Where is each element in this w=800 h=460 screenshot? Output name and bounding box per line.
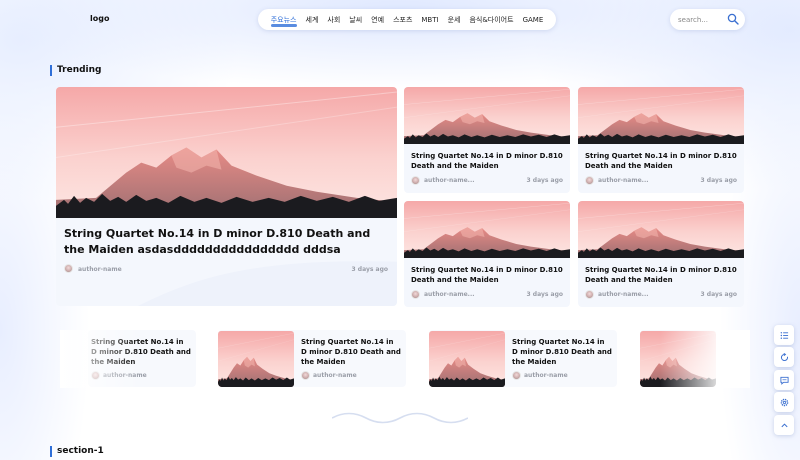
avatar <box>301 371 310 380</box>
card-title[interactable]: String Quartet No.14 in D minor D.810 De… <box>585 151 740 171</box>
card-author[interactable]: author-name... <box>598 177 649 184</box>
carousel-image[interactable] <box>429 331 505 387</box>
card-date: 3 days ago <box>526 291 563 298</box>
trending-card[interactable]: String Quartet No.14 in D minor D.810 De… <box>404 87 570 193</box>
card-title[interactable]: String Quartet No.14 in D minor D.810 De… <box>585 265 740 285</box>
avatar <box>585 176 594 185</box>
card-image[interactable] <box>404 87 570 144</box>
card-image[interactable] <box>404 201 570 258</box>
featured-image[interactable] <box>56 87 397 218</box>
refresh-icon <box>780 352 788 361</box>
section-1-heading: section-1 <box>50 446 104 457</box>
card-title[interactable]: String Quartet No.14 in D minor D.810 De… <box>411 265 566 285</box>
trending-card[interactable]: String Quartet No.14 in D minor D.810 De… <box>578 201 744 307</box>
nav-item-food-diet[interactable]: 음식&다이어트 <box>469 15 513 25</box>
chat-button[interactable] <box>774 370 794 390</box>
avatar <box>91 371 100 380</box>
featured-author[interactable]: author-name <box>78 266 122 273</box>
nav-item-weather[interactable]: 날씨 <box>349 15 362 25</box>
card-title[interactable]: String Quartet No.14 in D minor D.810 De… <box>411 151 566 171</box>
avatar <box>512 371 521 380</box>
featured-title[interactable]: String Quartet No.14 in D minor D.810 De… <box>64 226 384 260</box>
nav-item-world[interactable]: 세계 <box>306 15 319 25</box>
list-button[interactable] <box>774 325 794 345</box>
logo[interactable]: logo <box>90 14 109 23</box>
nav-item-main-news[interactable]: 주요뉴스 <box>270 15 297 27</box>
carousel-card-partial[interactable] <box>640 330 716 387</box>
search-input[interactable] <box>678 13 728 26</box>
settings-icon <box>780 398 788 406</box>
nav-item-game[interactable]: GAME <box>523 16 544 24</box>
carousel-author[interactable]: author-name <box>313 372 357 379</box>
carousel-author[interactable]: author-name <box>524 372 568 379</box>
chat-icon <box>779 376 789 385</box>
nav-item-mbti[interactable]: MBTI <box>421 16 438 24</box>
nav-item-sports[interactable]: 스포츠 <box>393 15 412 25</box>
card-date: 3 days ago <box>700 291 737 298</box>
avatar <box>585 290 594 299</box>
chevron-up-icon <box>780 422 788 427</box>
avatar <box>411 176 420 185</box>
settings-button[interactable] <box>774 392 794 412</box>
carousel-title[interactable]: String Quartet No.14 in D minor D.810 De… <box>91 337 191 367</box>
nav-item-fortune[interactable]: 운세 <box>448 15 461 25</box>
carousel-card[interactable]: String Quartet No.14 in D minor D.810 De… <box>218 330 406 387</box>
carousel-image[interactable] <box>640 331 716 387</box>
trending-card[interactable]: String Quartet No.14 in D minor D.810 De… <box>578 87 744 193</box>
carousel-card[interactable]: String Quartet No.14 in D minor D.810 De… <box>429 330 617 387</box>
card-author[interactable]: author-name... <box>424 177 475 184</box>
trending-card[interactable]: String Quartet No.14 in D minor D.810 De… <box>404 201 570 307</box>
card-image[interactable] <box>578 87 744 144</box>
nav-item-entertainment[interactable]: 연예 <box>371 15 384 25</box>
top-nav: 주요뉴스 세계 사회 날씨 연예 스포츠 MBTI 운세 음식&다이어트 GAM… <box>258 9 556 30</box>
avatar <box>411 290 420 299</box>
scroll-top-button[interactable] <box>774 415 794 435</box>
search-box <box>670 9 745 30</box>
card-date: 3 days ago <box>700 177 737 184</box>
carousel-title[interactable]: String Quartet No.14 in D minor D.810 De… <box>512 337 612 367</box>
search-icon[interactable] <box>727 13 739 25</box>
nav-item-society[interactable]: 사회 <box>327 15 340 25</box>
carousel-title[interactable]: String Quartet No.14 in D minor D.810 De… <box>301 337 401 367</box>
card-author[interactable]: author-name... <box>598 291 649 298</box>
refresh-button[interactable] <box>774 347 794 367</box>
list-icon <box>780 331 788 339</box>
wave-divider <box>332 412 468 424</box>
trending-heading: Trending <box>50 65 101 76</box>
carousel-author[interactable]: author-name <box>103 372 147 379</box>
featured-card[interactable]: String Quartet No.14 in D minor D.810 De… <box>56 87 397 306</box>
card-date: 3 days ago <box>526 177 563 184</box>
avatar <box>64 264 73 273</box>
card-image[interactable] <box>578 201 744 258</box>
carousel-card-partial[interactable]: String Quartet No.14 in D minor D.810 De… <box>88 330 196 387</box>
carousel-image[interactable] <box>218 331 294 387</box>
featured-date: 3 days ago <box>351 266 388 273</box>
card-author[interactable]: author-name... <box>424 291 475 298</box>
